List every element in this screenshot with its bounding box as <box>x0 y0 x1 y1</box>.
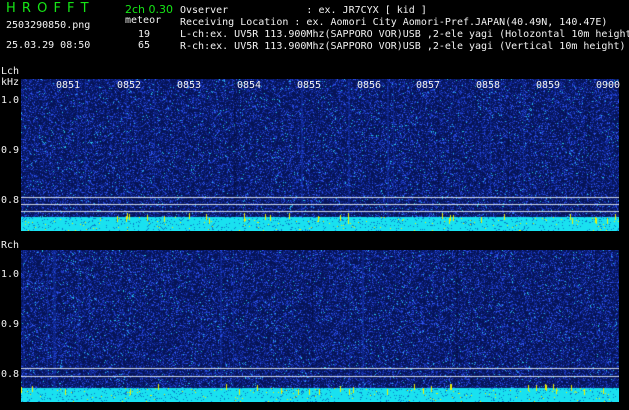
lch-meteor-count: 19 <box>138 29 151 40</box>
lch-time-label-6: 0856 <box>357 80 382 91</box>
lch-time-label-4: 0854 <box>237 80 262 91</box>
lch-time-label-10: 0900 <box>596 80 621 91</box>
lch-y-label-3: 0.8 <box>1 195 20 206</box>
rch-spectrogram <box>21 250 619 402</box>
lch-y-label-1: 1.0 <box>1 95 20 106</box>
datetime: 25.03.29 08:50 <box>6 40 91 51</box>
lch-time-label-5: 0855 <box>297 80 322 91</box>
observer-line: Ovserver : ex. JR7CYX [ kid ] <box>180 5 427 16</box>
lch-y-label-2: 0.9 <box>1 145 20 156</box>
rch-y-label-1: 1.0 <box>1 269 20 280</box>
lch-label: Lch <box>1 66 20 77</box>
location-line: Receiving Location : ex. Aomori City Aom… <box>180 17 608 28</box>
rch-y-label-3: 0.8 <box>1 369 20 380</box>
lch-time-label-7: 0857 <box>416 80 441 91</box>
filename: 2503290850.png <box>6 20 91 31</box>
rch-meteor-count: 65 <box>138 40 151 51</box>
lch-time-label-3: 0853 <box>177 80 202 91</box>
lch-time-label-2: 0852 <box>117 80 142 91</box>
rch-label: Rch <box>1 240 20 251</box>
lch-time-label-8: 0858 <box>476 80 501 91</box>
lch-time-label-9: 0859 <box>536 80 561 91</box>
meteor-label: meteor <box>125 15 162 26</box>
lch-info-line: L-ch:ex. UV5R 113.900Mhz(SAPPORO VOR)USB… <box>180 29 629 40</box>
lch-spectrogram <box>21 79 619 231</box>
app-brand: H R O F F T <box>6 1 90 16</box>
lch-time-label-1: 0851 <box>56 80 81 91</box>
mode-label: 2ch 0.30 <box>125 3 174 16</box>
lch-unit: kHz <box>1 77 20 88</box>
rch-y-label-2: 0.9 <box>1 319 20 330</box>
rch-info-line: R-ch:ex. UV5R 113.900Mhz(SAPPORO VOR)USB… <box>180 41 626 52</box>
